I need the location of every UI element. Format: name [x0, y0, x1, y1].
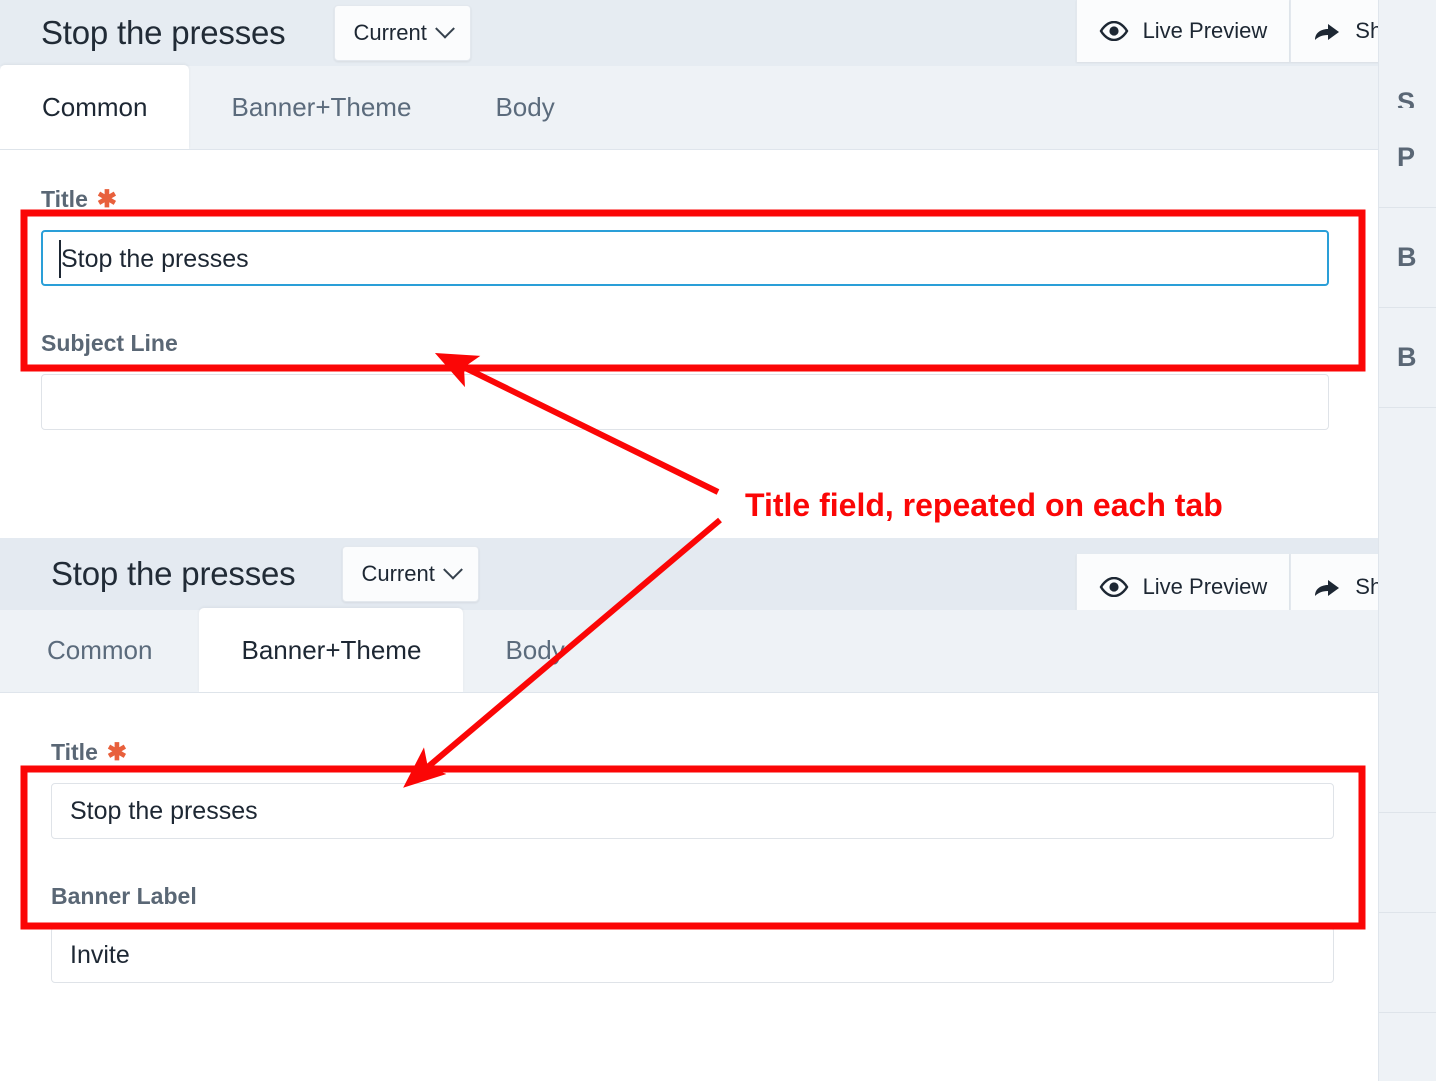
field-title-label: Title ✱ — [51, 738, 127, 766]
field-title-label: Title ✱ — [41, 185, 117, 213]
banner-label-input[interactable]: Invite — [51, 927, 1334, 983]
tab-body-label: Body — [505, 634, 565, 665]
version-dropdown-label: Current — [353, 20, 427, 45]
tab-banner-theme[interactable]: Banner+Theme — [189, 65, 453, 149]
tab-banner-theme-label: Banner+Theme — [231, 91, 412, 122]
sidebar-item-0[interactable] — [1379, 538, 1436, 713]
title-input[interactable]: Stop the presses — [41, 230, 1329, 286]
tab-common-label: Common — [42, 91, 148, 122]
eye-icon — [1099, 21, 1129, 41]
field-subject-line: Subject Line — [0, 286, 1378, 430]
sidebar-item-3[interactable] — [1379, 913, 1436, 1013]
app-panel-common: Stop the presses Current Live Preview Co… — [0, 0, 1436, 538]
sidebar-item-0[interactable]: S — [1379, 0, 1436, 109]
live-preview-label: Live Preview — [1142, 574, 1268, 599]
tab-common-label: Common — [47, 634, 153, 665]
eye-icon — [1099, 577, 1129, 597]
form-area: Title ✱ Stop the presses Banner Label In… — [0, 693, 1379, 1081]
field-title: Title ✱ Stop the presses — [0, 693, 1378, 839]
tab-bar: Common Banner+Theme Body — [0, 608, 1436, 693]
sidebar-item-1[interactable] — [1379, 713, 1436, 813]
sidebar-item-2[interactable]: B — [1379, 208, 1436, 308]
tab-body[interactable]: Body — [463, 608, 606, 692]
tab-body[interactable]: Body — [453, 65, 596, 149]
share-icon — [1313, 20, 1341, 42]
sidebar-item-2[interactable] — [1379, 813, 1436, 913]
text-caret — [59, 240, 61, 278]
subject-line-input[interactable] — [41, 374, 1329, 430]
version-dropdown[interactable]: Current — [334, 5, 471, 61]
app-header: Stop the presses Current Live Preview — [0, 538, 1436, 620]
page-title: Stop the presses — [51, 555, 296, 592]
version-dropdown-label: Current — [361, 561, 435, 586]
field-banner-label-label: Banner Label — [51, 883, 197, 909]
title-input-value: Stop the presses — [61, 245, 249, 273]
title-input[interactable]: Stop the presses — [51, 783, 1334, 839]
page-title: Stop the presses — [41, 14, 286, 51]
tab-banner-theme[interactable]: Banner+Theme — [199, 608, 464, 692]
live-preview-label: Live Preview — [1142, 18, 1268, 43]
form-area: Title ✱ Stop the presses Subject Line — [0, 150, 1379, 538]
tab-banner-theme-label: Banner+Theme — [241, 634, 422, 665]
field-subject-line-label: Subject Line — [41, 330, 178, 356]
sidebar-item-3[interactable]: B — [1379, 308, 1436, 408]
tab-bar: Common Banner+Theme Body — [0, 65, 1436, 150]
banner-label-input-value: Invite — [70, 941, 130, 969]
chevron-down-icon — [442, 559, 463, 580]
required-asterisk: ✱ — [96, 185, 117, 213]
app-header: Stop the presses Current Live Preview — [0, 0, 1436, 66]
required-asterisk: ✱ — [106, 738, 127, 766]
live-preview-button[interactable]: Live Preview — [1075, 0, 1291, 62]
version-dropdown[interactable]: Current — [342, 546, 479, 602]
chevron-down-icon — [434, 18, 455, 39]
tab-common[interactable]: Common — [0, 65, 190, 149]
right-sidebar: S P B B — [1378, 0, 1436, 538]
tab-body-label: Body — [495, 91, 555, 122]
field-title: Title ✱ Stop the presses — [0, 150, 1378, 286]
title-input-value: Stop the presses — [70, 797, 258, 825]
share-icon — [1313, 576, 1341, 598]
tab-common[interactable]: Common — [0, 608, 199, 692]
field-banner-label: Banner Label Invite — [0, 839, 1378, 983]
sidebar-item-1[interactable]: P — [1379, 108, 1436, 208]
app-panel-banner-theme: Stop the presses Current Live Preview Co… — [0, 538, 1436, 1081]
right-sidebar — [1378, 538, 1436, 1081]
